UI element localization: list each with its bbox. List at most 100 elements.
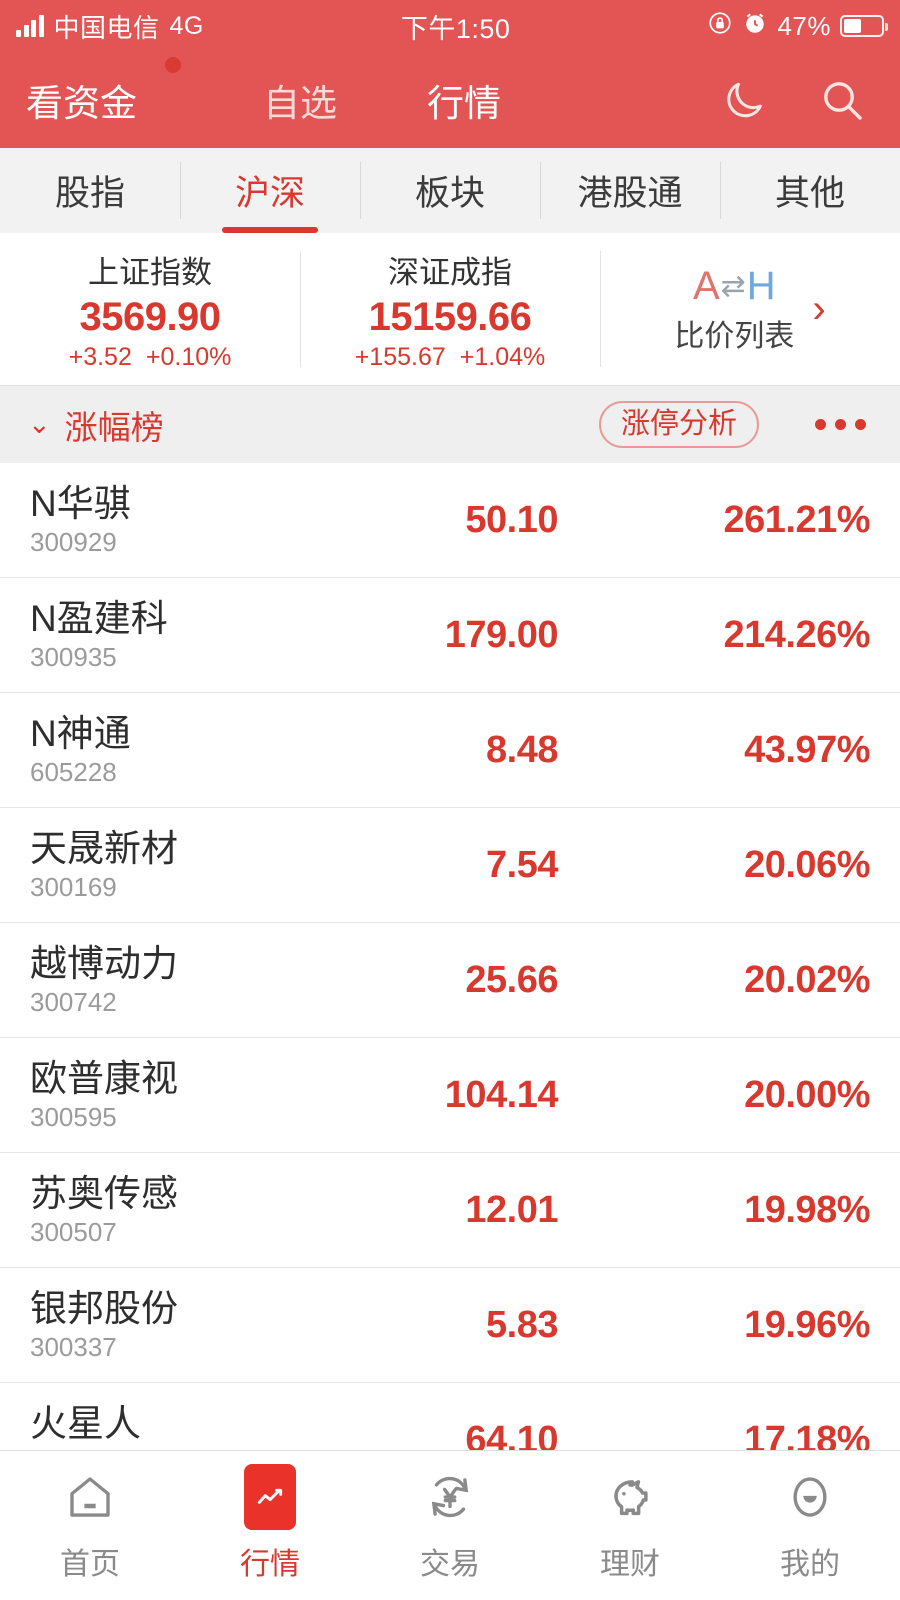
- table-row[interactable]: N神通 605228 8.48 43.97%: [0, 693, 900, 808]
- nav-item-watchlist-label: 自选: [263, 83, 337, 124]
- stock-name: 越博动力: [30, 942, 178, 984]
- bottom-tab-trade[interactable]: 交易: [360, 1468, 540, 1583]
- stock-change-percent: 214.26%: [723, 613, 870, 656]
- tab-bankuai-label: 板块: [414, 174, 485, 213]
- tab-ganggutong-label: 港股通: [577, 174, 683, 213]
- table-row[interactable]: N盈建科 300935 179.00 214.26%: [0, 578, 900, 693]
- rotation-lock-icon: [707, 10, 733, 43]
- bottom-tab-quotes[interactable]: 行情: [180, 1464, 360, 1583]
- table-row[interactable]: 天晟新材 300169 7.54 20.06%: [0, 808, 900, 923]
- ah-card-inner: A ⇄ H 比价列表: [674, 264, 794, 355]
- index-change-group: +3.52 +0.10%: [69, 343, 232, 372]
- network-type-label: 4G: [169, 11, 204, 40]
- top-nav-actions: [718, 74, 874, 126]
- stock-change-percent: 43.97%: [744, 728, 870, 771]
- stock-name: N盈建科: [30, 597, 168, 639]
- list-header: ⌄ 涨幅榜 涨停分析: [0, 385, 900, 463]
- stock-change-percent: 20.02%: [744, 958, 870, 1001]
- bottom-tab-profile-label: 我的: [780, 1548, 840, 1581]
- stock-price: 5.83: [486, 1303, 558, 1346]
- bottom-tab-home-label: 首页: [60, 1548, 120, 1581]
- stock-price: 104.14: [444, 1073, 559, 1116]
- stock-code: 300169: [30, 872, 117, 903]
- moon-icon[interactable]: [718, 74, 770, 126]
- sort-selector[interactable]: ⌄ 涨幅榜: [28, 401, 164, 449]
- tab-hushen-label: 沪深: [234, 174, 305, 213]
- stock-code: 300894: [30, 1449, 360, 1450]
- table-row[interactable]: 苏奥传感 300507 12.01 19.98%: [0, 1153, 900, 1268]
- index-summary-row: 上证指数 3569.90 +3.52 +0.10% 深证成指 15159.66 …: [0, 233, 900, 385]
- bottom-tab-home[interactable]: 首页: [0, 1468, 180, 1583]
- tab-guzhi[interactable]: 股指: [0, 148, 180, 233]
- stock-name: 欧普康视: [30, 1057, 178, 1099]
- nav-item-quotes-label: 行情: [427, 83, 501, 124]
- index-value: 15159.66: [368, 294, 532, 339]
- stock-code: 300337: [30, 1332, 117, 1363]
- nav-item-fund-label: 看资金: [26, 83, 137, 124]
- table-row[interactable]: 银邦股份 300337 5.83 19.96%: [0, 1268, 900, 1383]
- quotes-chart-icon: [244, 1464, 296, 1530]
- stock-name: 火星人: [30, 1402, 141, 1444]
- status-bar: 中国电信 4G 下午1:50 47%: [0, 0, 900, 52]
- stock-name: N华骐: [30, 482, 131, 524]
- carrier-label: 中国电信: [53, 12, 160, 43]
- index-card-shanghai[interactable]: 上证指数 3569.90 +3.52 +0.10%: [0, 233, 300, 385]
- stock-code: 300935: [30, 642, 117, 673]
- stock-price: 7.54: [486, 843, 558, 886]
- stock-price: 179.00: [444, 613, 559, 656]
- app-screen: 中国电信 4G 下午1:50 47% 看资金 自选 行情 股指 沪深 板块 港股…: [0, 0, 900, 1600]
- tab-ganggutong[interactable]: 港股通: [540, 148, 720, 233]
- index-change-percent: +1.04%: [459, 342, 546, 371]
- limit-up-analysis-label: 涨停分析: [620, 408, 737, 440]
- stock-change-percent: 19.98%: [744, 1188, 870, 1231]
- more-dots-icon[interactable]: [815, 419, 872, 430]
- stock-price: 12.01: [465, 1188, 558, 1231]
- tab-hushen[interactable]: 沪深: [180, 148, 360, 233]
- table-row[interactable]: 火星人 300894 64.10 17.18%: [0, 1383, 900, 1450]
- signal-bars-icon: [16, 15, 44, 37]
- sort-selector-label: 涨幅榜: [64, 408, 164, 446]
- index-card-shenzhen[interactable]: 深证成指 15159.66 +155.67 +1.04%: [300, 233, 600, 385]
- top-nav-bar: 看资金 自选 行情: [0, 52, 900, 148]
- yuan-trade-icon: [423, 1468, 477, 1526]
- stock-code: 300507: [30, 1217, 117, 1248]
- index-change-percent: +0.10%: [145, 342, 232, 371]
- search-icon[interactable]: [816, 74, 868, 126]
- limit-up-analysis-button[interactable]: 涨停分析: [598, 401, 759, 448]
- nav-item-watchlist[interactable]: 自选: [263, 73, 337, 127]
- stock-code: 605228: [30, 757, 117, 788]
- home-icon: [63, 1468, 117, 1526]
- stock-identity: 天晟新材 300169: [30, 829, 360, 903]
- stock-list[interactable]: N华骐 300929 50.10 261.21% N盈建科 300935 179…: [0, 463, 900, 1450]
- ah-logo-h: H: [746, 263, 776, 308]
- ah-comparison-card[interactable]: A ⇄ H 比价列表 ›: [600, 233, 900, 385]
- bottom-tab-finance[interactable]: 理财: [540, 1468, 720, 1583]
- stock-price: 64.10: [465, 1418, 558, 1451]
- stock-identity: N神通 605228: [30, 714, 360, 788]
- index-name: 上证指数: [88, 254, 212, 290]
- index-change-absolute: +3.52: [68, 342, 132, 371]
- bottom-tab-profile[interactable]: 我的: [720, 1468, 900, 1583]
- stock-identity: N盈建科 300935: [30, 597, 360, 673]
- chevron-down-icon: ⌄: [28, 409, 51, 439]
- clock-label: 下午1:50: [400, 13, 511, 44]
- stock-identity: 欧普康视 300595: [30, 1057, 360, 1131]
- table-row[interactable]: 越博动力 300742 25.66 20.02%: [0, 923, 900, 1038]
- status-bar-center: 下午1:50: [204, 7, 708, 46]
- stock-identity: 银邦股份 300337: [30, 1287, 360, 1363]
- stock-change-percent: 20.06%: [744, 843, 870, 886]
- nav-item-fund[interactable]: 看资金: [26, 57, 181, 127]
- table-row[interactable]: 欧普康视 300595 104.14 20.00%: [0, 1038, 900, 1153]
- ah-logo-a: A: [692, 263, 720, 308]
- battery-icon: [840, 15, 888, 37]
- battery-percent-label: 47%: [777, 10, 831, 41]
- tab-bankuai[interactable]: 板块: [360, 148, 540, 233]
- table-row[interactable]: N华骐 300929 50.10 261.21%: [0, 463, 900, 578]
- stock-price: 8.48: [486, 728, 558, 771]
- tab-qita[interactable]: 其他: [720, 148, 900, 233]
- bottom-tab-finance-label: 理财: [600, 1548, 660, 1581]
- stock-name: 银邦股份: [30, 1287, 178, 1329]
- nav-item-quotes[interactable]: 行情: [427, 73, 501, 127]
- piggy-bank-icon: [602, 1468, 658, 1526]
- index-change-group: +155.67 +1.04%: [355, 343, 546, 372]
